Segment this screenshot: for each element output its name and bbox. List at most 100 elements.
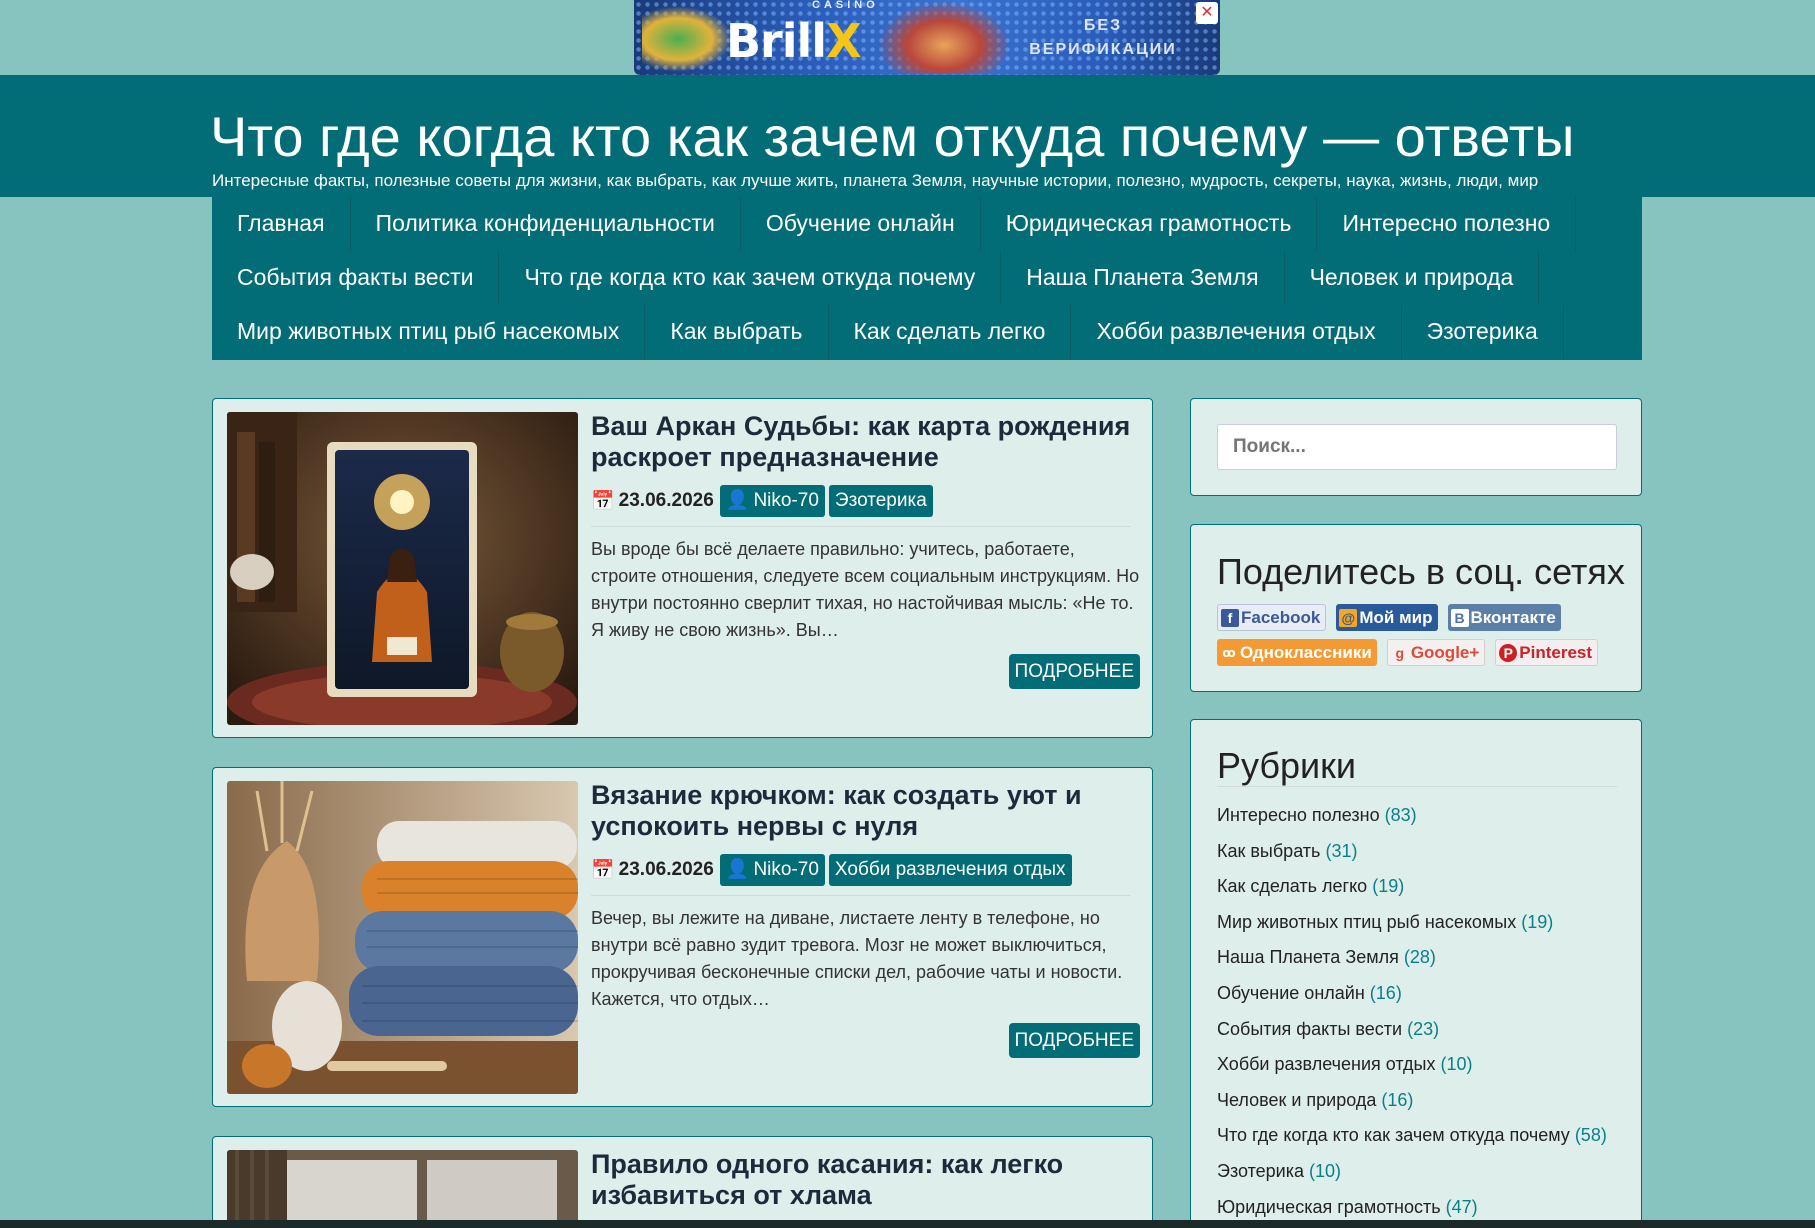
ad-close-icon[interactable]: ✕: [1196, 2, 1218, 24]
post-date-text: 23.06.2026: [618, 490, 714, 511]
category-item[interactable]: Человек и природа (16): [1217, 1083, 1617, 1119]
ad-tagline-line1: БЕЗ: [1083, 17, 1123, 34]
categories-title: Рубрики: [1217, 745, 1357, 786]
post-author: Niko-70: [753, 859, 819, 880]
nav-item-esoteric[interactable]: Эзотерика: [1402, 305, 1564, 359]
category-name: Человек и природа: [1217, 1089, 1377, 1110]
pinterest-icon: P: [1499, 643, 1518, 662]
nav-item-what-where[interactable]: Что где когда кто как зачем откуда почем…: [499, 251, 1002, 305]
category-item[interactable]: Хобби развлечения отдых (10): [1217, 1047, 1617, 1083]
nav-row: События факты вести Что где когда кто ка…: [212, 251, 1642, 305]
calendar-icon: 📅: [591, 491, 615, 512]
user-icon: 👤: [725, 859, 750, 880]
search-input[interactable]: [1217, 424, 1617, 470]
share-widget: Поделитесь в соц. сетях f Facebook @ Мой…: [1190, 524, 1642, 692]
post-thumbnail[interactable]: [227, 412, 578, 725]
category-item[interactable]: Как сделать легко (19): [1217, 869, 1617, 905]
divider: [1217, 786, 1617, 787]
share-pinterest-button[interactable]: P Pinterest: [1495, 639, 1599, 666]
post-thumbnail[interactable]: [227, 1150, 578, 1228]
category-count: (28): [1403, 947, 1436, 968]
share-google-button[interactable]: g Google+: [1386, 639, 1486, 666]
category-name: Юридическая грамотность: [1217, 1196, 1441, 1217]
post-title[interactable]: Ваш Аркан Судьбы: как карта рождения рас…: [591, 411, 1131, 473]
share-label: Вконтакте: [1470, 608, 1556, 627]
categories-widget: Рубрики Интересно полезно (83) Как выбра…: [1190, 719, 1642, 1228]
share-title: Поделитесь в соц. сетях: [1217, 551, 1625, 592]
search-widget: [1190, 398, 1642, 496]
share-ok-button[interactable]: ꝏ Одноклассники: [1217, 639, 1377, 666]
post-author-badge[interactable]: 👤 Niko-70: [719, 485, 825, 517]
mail-at-icon: @: [1339, 608, 1358, 627]
category-item[interactable]: Мир животных птиц рыб насекомых (19): [1217, 905, 1617, 941]
nav-item-home[interactable]: Главная: [212, 197, 351, 251]
category-name: Интересно полезно: [1217, 805, 1380, 825]
share-moimir-button[interactable]: @ Мой мир: [1336, 604, 1438, 631]
category-item[interactable]: События факты вести (23): [1217, 1012, 1617, 1048]
category-item[interactable]: Эзотерика (10): [1217, 1154, 1617, 1190]
calendar-icon: 📅: [591, 860, 615, 881]
post-category-badge[interactable]: Хобби развлечения отдых: [828, 854, 1072, 886]
share-facebook-button[interactable]: f Facebook: [1217, 604, 1327, 631]
category-name: Эзотерика: [1217, 1160, 1305, 1181]
category-count: (10): [1309, 1160, 1342, 1181]
category-item[interactable]: Что где когда кто как зачем откуда почем…: [1217, 1118, 1617, 1154]
vk-icon: B: [1450, 608, 1469, 627]
category-count: (58): [1574, 1125, 1607, 1146]
ad-banner[interactable]: CASINO BrillX БЕЗ ВЕРИФИКАЦИИ ✕: [634, 0, 1220, 75]
user-icon: 👤: [725, 490, 750, 511]
post-card: Ваш Аркан Судьбы: как карта рождения рас…: [212, 398, 1153, 738]
divider: [591, 895, 1131, 896]
share-label: Одноклассники: [1240, 643, 1372, 662]
read-more-button[interactable]: ПОДРОБНЕЕ: [1008, 1023, 1140, 1058]
categories-list: Интересно полезно (83) Как выбрать (31) …: [1217, 798, 1617, 1225]
nav-row: Мир животных птиц рыб насекомых Как выбр…: [212, 305, 1642, 359]
nav-item-hobby[interactable]: Хобби развлечения отдых: [1071, 305, 1402, 359]
nav-item-planet[interactable]: Наша Планета Земля: [1001, 251, 1285, 305]
post-meta: 📅 23.06.2026 👤 Niko-70 Эзотерика: [591, 485, 933, 517]
category-item[interactable]: Интересно полезно (83): [1217, 798, 1617, 834]
read-more-button[interactable]: ПОДРОБНЕЕ: [1008, 654, 1140, 689]
category-item[interactable]: Как выбрать (31): [1217, 834, 1617, 870]
share-label: Pinterest: [1519, 643, 1593, 662]
nav-item-interesting[interactable]: Интересно полезно: [1317, 197, 1577, 251]
share-vk-button[interactable]: B Вконтакте: [1447, 604, 1561, 631]
category-count: (47): [1445, 1196, 1478, 1217]
nav-item-how-to-choose[interactable]: Как выбрать: [645, 305, 829, 359]
category-item[interactable]: Наша Планета Земля (28): [1217, 940, 1617, 976]
tarot-card-image: [227, 412, 578, 725]
share-row: ꝏ Одноклассники g Google+ P Pinterest: [1217, 639, 1599, 666]
facebook-icon: f: [1221, 608, 1239, 627]
nav-item-how-to-make[interactable]: Как сделать легко: [829, 305, 1072, 359]
nav-item-privacy[interactable]: Политика конфиденциальности: [351, 197, 741, 251]
ad-characters-image: [879, 2, 1009, 74]
nav-item-legal[interactable]: Юридическая грамотность: [981, 197, 1318, 251]
google-icon: g: [1395, 644, 1405, 661]
nav-item-events[interactable]: События факты вести: [212, 251, 500, 305]
post-card: Вязание крючком: как создать уют и успок…: [212, 767, 1153, 1107]
category-item[interactable]: Обучение онлайн (16): [1217, 976, 1617, 1012]
category-count: (23): [1407, 1018, 1440, 1039]
post-thumbnail[interactable]: [227, 781, 578, 1094]
share-label: Мой мир: [1359, 608, 1433, 627]
nav-item-online-learning[interactable]: Обучение онлайн: [741, 197, 981, 251]
post-title[interactable]: Правило одного касания: как легко избави…: [591, 1149, 1131, 1211]
knitting-image: [227, 781, 578, 1094]
category-count: (19): [1372, 876, 1405, 897]
ad-logo-main: Brill: [726, 14, 827, 68]
post-title[interactable]: Вязание крючком: как создать уют и успок…: [591, 780, 1131, 842]
post-author-badge[interactable]: 👤 Niko-70: [719, 854, 825, 886]
odnoklassniki-icon: ꝏ: [1220, 643, 1238, 662]
post-excerpt: Вечер, вы лежите на диване, листаете лен…: [591, 908, 1123, 1009]
post-card: Правило одного касания: как легко избави…: [212, 1136, 1153, 1228]
post-date-text: 23.06.2026: [618, 859, 714, 880]
nav-item-human-nature[interactable]: Человек и природа: [1285, 251, 1540, 305]
post-date: 📅 23.06.2026: [591, 489, 714, 513]
post-date: 📅 23.06.2026: [591, 858, 714, 882]
post-category-badge[interactable]: Эзотерика: [828, 485, 933, 517]
post-excerpt: Вы вроде бы всё делаете правильно: учите…: [591, 539, 1140, 640]
site-title[interactable]: Что где когда кто как зачем откуда почем…: [210, 103, 1575, 171]
nav-item-animals[interactable]: Мир животных птиц рыб насекомых: [212, 305, 646, 359]
divider: [591, 526, 1131, 527]
share-label: Facebook: [1241, 608, 1321, 627]
